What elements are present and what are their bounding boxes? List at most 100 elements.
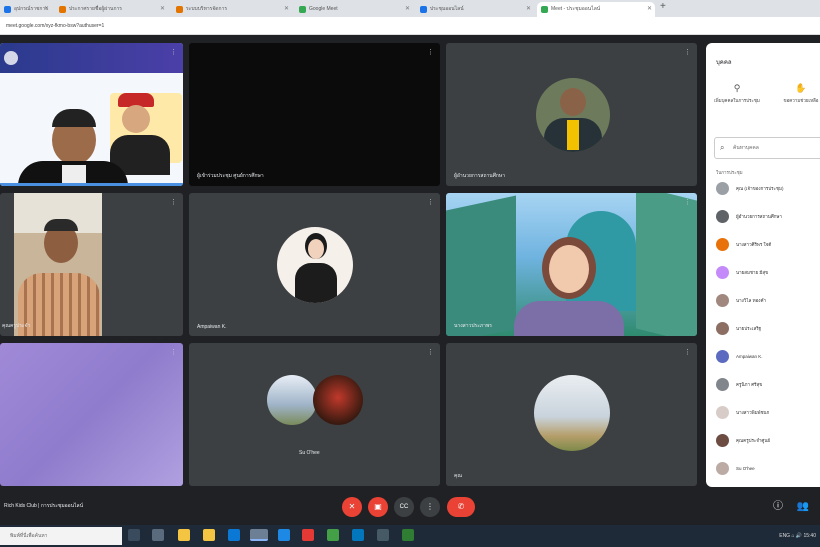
participant-row[interactable]: คุณ (เจ้าของการประชุม) <box>716 179 820 199</box>
participant-row[interactable]: นายประเสริฐ <box>716 319 820 339</box>
video-tile[interactable]: คุณ ⋮ <box>446 343 697 486</box>
video-tile[interactable]: ผู้อำนวยการสถานศึกษา ⋮ <box>446 43 697 186</box>
word-icon[interactable] <box>278 529 290 541</box>
tab-favicon-icon <box>299 6 306 13</box>
participant-row[interactable]: ครูนิภา ศรีสุข <box>716 375 820 395</box>
participant-row[interactable]: นางสาวพิมพ์ชนก <box>716 403 820 423</box>
tile-menu-icon[interactable]: ⋮ <box>684 199 691 206</box>
hand-icon: ✋ <box>795 83 807 93</box>
participant-row[interactable]: นายสมชาย มีสุข <box>716 263 820 283</box>
video-tile[interactable]: นางสาวประภาพร ⋮ <box>446 193 697 336</box>
info-icon[interactable]: ⓘ <box>768 497 788 517</box>
browser-tab[interactable]: ประกาศรายชื่อผู้ผ่านการ ✕ <box>55 2 168 17</box>
participant-row-name: Su O'hee <box>736 466 755 471</box>
slide-person-head <box>122 105 150 133</box>
ask-help-button[interactable]: ✋ ขอความช่วยเหลือ <box>776 83 820 104</box>
browser-tab[interactable]: ประชุมออนไลน์ ✕ <box>416 2 534 17</box>
browser-tab-bar: อุปกรณ์ราชการ ✕ ประกาศรายชื่อผู้ผ่านการ ✕ … <box>0 0 820 17</box>
avatar <box>716 210 729 223</box>
meeting-title: Rich Kids Club | การประชุมออนไลน์ <box>4 503 84 509</box>
tile-menu-icon[interactable]: ⋮ <box>170 199 177 206</box>
participant-name: คุณครูประจำ <box>2 323 31 329</box>
folder-icon[interactable] <box>203 529 215 541</box>
participant-row-name: นายประเสริฐ <box>736 326 762 331</box>
tile-menu-icon[interactable]: ⋮ <box>170 349 177 356</box>
browser-tab-active[interactable]: Meet - ประชุมออนไลน์ ✕ <box>537 2 655 17</box>
tab-favicon-icon <box>541 6 548 13</box>
close-icon[interactable]: ✕ <box>44 2 49 17</box>
task-view-icon[interactable] <box>128 529 140 541</box>
new-tab-button[interactable]: + <box>660 1 666 12</box>
avatar <box>716 182 729 195</box>
camera-off-icon[interactable]: ▣ <box>368 497 388 517</box>
windows-taskbar: พิมพ์ที่นี่เพื่อค้นหา ENG ⌂ 🔊 15:40 <box>0 525 820 547</box>
mail-icon[interactable] <box>228 529 240 541</box>
panel-title: บุคคล <box>716 60 732 66</box>
participant-row-name: คุณครูประจำศูนย์ <box>736 438 771 443</box>
participant-row[interactable]: Su O'hee <box>716 459 820 479</box>
close-icon[interactable]: ✕ <box>647 2 652 17</box>
browser-tab[interactable]: Google Meet ✕ <box>295 2 413 17</box>
system-tray: ENG ⌂ 🔊 15:40 <box>779 533 816 539</box>
building-shape <box>636 193 697 336</box>
people-icon[interactable]: 👥 <box>793 497 813 517</box>
edge-icon[interactable] <box>352 529 364 541</box>
add-person-icon: ⚲ <box>733 83 741 93</box>
captions-button[interactable]: CC <box>394 497 414 517</box>
close-icon[interactable]: ✕ <box>160 2 165 17</box>
end-call-icon[interactable]: ✆ <box>447 497 475 517</box>
browser-tab[interactable]: ระบบบริหารจัดการ ✕ <box>172 2 292 17</box>
participant-row-name: ผู้อำนวยการสถานศึกษา <box>736 214 782 219</box>
control-bar: Rich Kids Club | การประชุมออนไลน์ ✕ ▣ CC… <box>0 487 820 525</box>
add-people-button[interactable]: ⚲ เพิ่มบุคคลในการประชุม <box>712 83 762 104</box>
line-icon[interactable] <box>402 529 414 541</box>
tile-menu-icon[interactable]: ⋮ <box>684 49 691 56</box>
participant-row[interactable]: Ampaiwan K. <box>716 347 820 367</box>
close-icon[interactable]: ✕ <box>284 2 289 17</box>
taskbar-search[interactable]: พิมพ์ที่นี่เพื่อค้นหา <box>0 527 122 545</box>
participant-name: Ampaiwan K. <box>197 324 227 330</box>
more-options-icon[interactable]: ⋮ <box>420 497 440 517</box>
address-bar[interactable]: meet.google.com/xyz-fkmo-bsw?authuser=1 <box>0 17 820 35</box>
tab-favicon-icon <box>176 6 183 13</box>
participant-row-name: นายสมชาย มีสุข <box>736 270 769 275</box>
video-tile[interactable]: Su O'hee ⋮ <box>189 343 440 486</box>
participant-row[interactable]: คุณครูประจำศูนย์ <box>716 431 820 451</box>
avatar <box>716 378 729 391</box>
chrome-icon[interactable] <box>250 529 268 541</box>
widgets-icon[interactable] <box>152 529 164 541</box>
tile-menu-icon[interactable]: ⋮ <box>684 349 691 356</box>
participant-name: ผู้เข้าร่วมประชุม ศูนย์การศึกษา <box>197 173 264 179</box>
tile-menu-icon[interactable]: ⋮ <box>427 199 434 206</box>
participant-row[interactable]: นางวิไล ทองคำ <box>716 291 820 311</box>
tile-menu-icon[interactable]: ⋮ <box>427 349 434 356</box>
close-icon[interactable]: ✕ <box>526 2 531 17</box>
app-icon[interactable] <box>302 529 314 541</box>
file-explorer-icon[interactable] <box>178 529 190 541</box>
participant-row[interactable]: ผู้อำนวยการสถานศึกษา <box>716 207 820 227</box>
participant-row-name: คุณ (เจ้าของการประชุม) <box>736 186 784 191</box>
close-icon[interactable]: ✕ <box>405 2 410 17</box>
browser-tab[interactable]: อุปกรณ์ราชการ ✕ <box>0 2 52 17</box>
search-icon: ⌕ <box>720 143 725 152</box>
participant-row[interactable]: นางสาวศิริพร ใจดี <box>716 235 820 255</box>
mic-off-icon[interactable]: ✕ <box>342 497 362 517</box>
avatar <box>716 406 729 419</box>
participant-name: คุณ <box>454 473 462 479</box>
search-input[interactable]: ⌕ ค้นหาบุคคล <box>714 137 820 159</box>
video-tile[interactable]: ผู้เข้าร่วมประชุม ศูนย์การศึกษา ⋮ <box>189 43 440 186</box>
excel-icon[interactable] <box>327 529 339 541</box>
active-speaker-border <box>0 183 183 186</box>
tile-menu-icon[interactable]: ⋮ <box>170 49 177 56</box>
video-tile-presenter[interactable]: ⋮ <box>0 43 183 186</box>
app-icon[interactable] <box>377 529 389 541</box>
participant-avatar <box>313 375 363 425</box>
video-tile[interactable]: คุณครูประจำ ⋮ <box>0 193 183 336</box>
avatar <box>716 266 729 279</box>
video-tile[interactable]: Ampaiwan K. ⋮ <box>189 193 440 336</box>
video-tile[interactable]: ⋮ <box>0 343 183 486</box>
participant-name: นางสาวประภาพร <box>454 323 492 329</box>
avatar <box>716 294 729 307</box>
participant-name: Su O'hee <box>299 450 320 456</box>
tile-menu-icon[interactable]: ⋮ <box>427 49 434 56</box>
